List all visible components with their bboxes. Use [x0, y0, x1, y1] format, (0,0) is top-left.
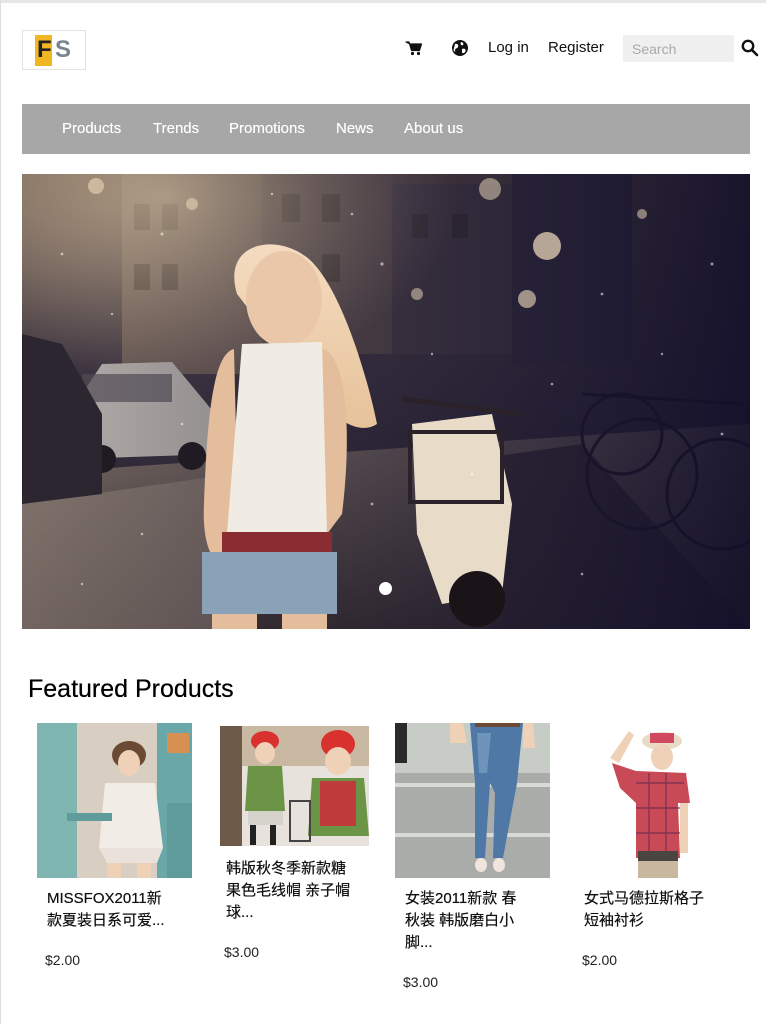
product-price: $3.00: [403, 974, 439, 990]
logo-letter-s: S: [55, 36, 72, 63]
hero-slider[interactable]: [22, 174, 750, 629]
product-name[interactable]: 女装2011新款 春 秋装 韩版磨白小 脚...: [405, 888, 545, 954]
main-nav: Products Trends Promotions News About us: [22, 104, 750, 154]
product-image[interactable]: [395, 723, 550, 878]
top-border: [0, 0, 766, 3]
product-card[interactable]: 女式马德拉斯格子 短袖衬衫 $2.00: [574, 723, 744, 973]
logo-letter-f: F: [37, 36, 52, 63]
nav-item-news[interactable]: News: [336, 119, 374, 139]
product-name[interactable]: 韩版秋冬季新款糖 果色毛线帽 亲子帽 球...: [226, 858, 376, 924]
product-name[interactable]: MISSFOX2011新 款夏装日系可爱...: [47, 888, 187, 932]
product-price: $3.00: [224, 944, 260, 960]
featured-products-title: Featured Products: [28, 675, 234, 703]
site-logo[interactable]: F S: [22, 30, 86, 70]
product-image[interactable]: [574, 723, 729, 878]
nav-item-about-us[interactable]: About us: [404, 119, 463, 139]
slider-dot-active[interactable]: [379, 582, 392, 595]
product-price: $2.00: [45, 952, 81, 968]
product-price: $2.00: [582, 952, 618, 968]
nav-item-promotions[interactable]: Promotions: [229, 119, 305, 139]
product-card[interactable]: 韩版秋冬季新款糖 果色毛线帽 亲子帽 球... $3.00: [220, 726, 380, 976]
login-link[interactable]: Log in: [488, 38, 529, 58]
search-icon[interactable]: [741, 39, 761, 59]
shopping-cart-icon[interactable]: [404, 38, 424, 58]
nav-item-trends[interactable]: Trends: [153, 119, 199, 139]
register-link[interactable]: Register: [548, 38, 604, 58]
product-card[interactable]: 女装2011新款 春 秋装 韩版磨白小 脚... $3.00: [395, 723, 555, 993]
left-border: [0, 0, 1, 1024]
nav-item-products[interactable]: Products: [62, 119, 121, 139]
globe-icon[interactable]: [450, 38, 470, 58]
product-image[interactable]: [220, 726, 369, 846]
product-name[interactable]: 女式马德拉斯格子 短袖衬衫: [584, 888, 734, 932]
product-image[interactable]: [37, 723, 192, 878]
search-input[interactable]: [623, 35, 734, 62]
hero-image: [22, 174, 750, 629]
product-card[interactable]: MISSFOX2011新 款夏装日系可爱... $2.00: [37, 723, 197, 973]
